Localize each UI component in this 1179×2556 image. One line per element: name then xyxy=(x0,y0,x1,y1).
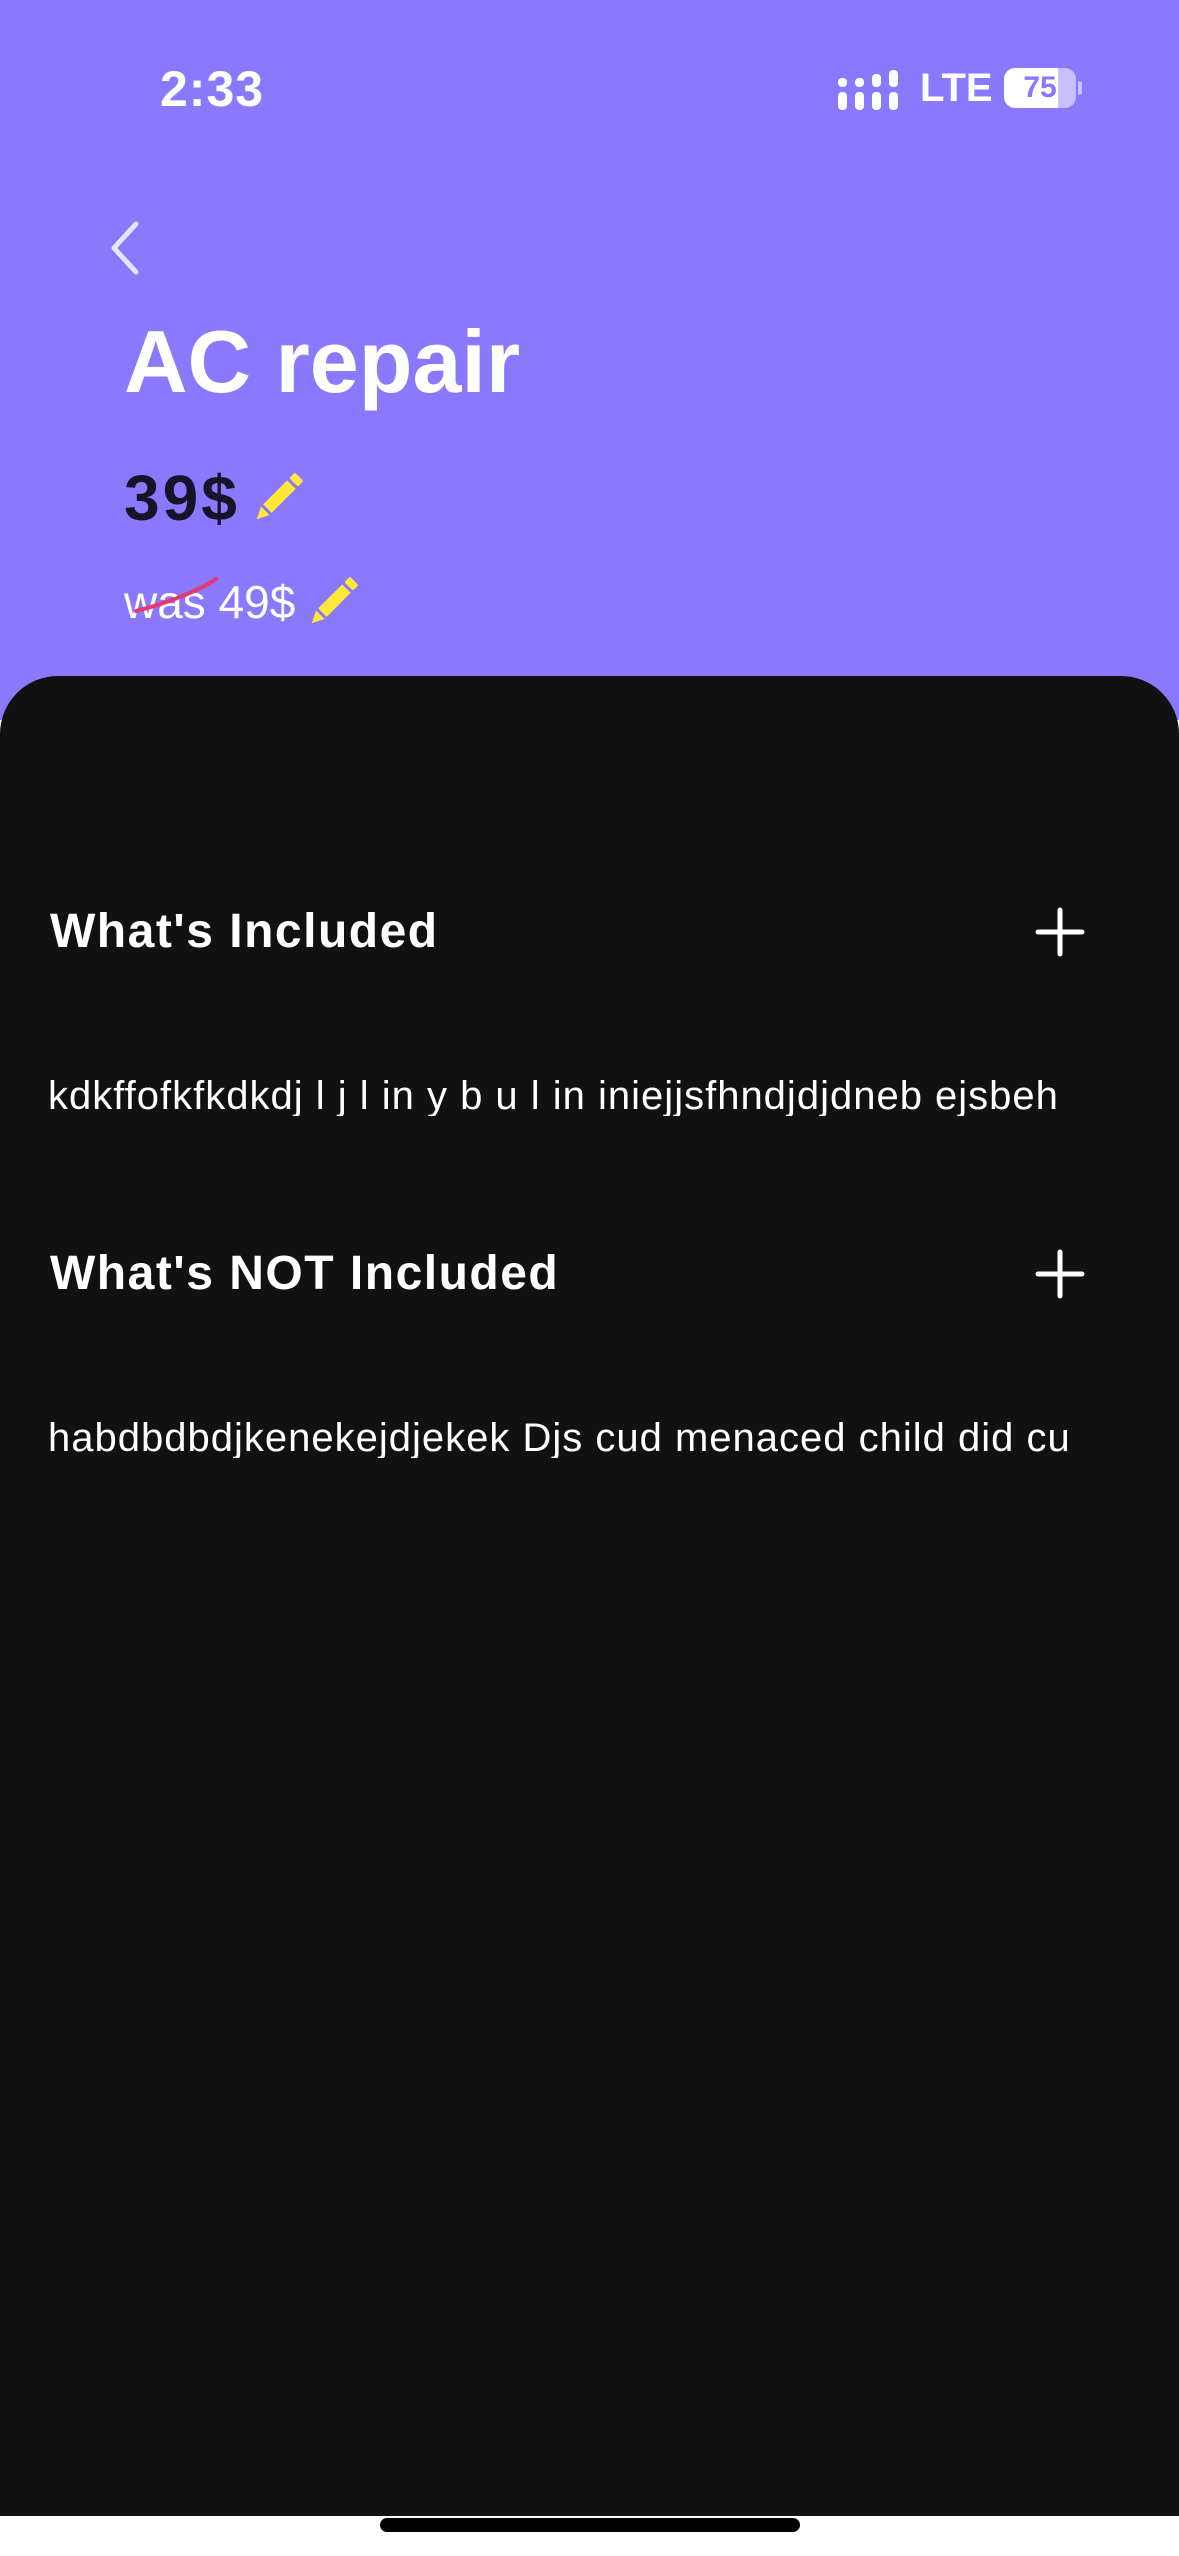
chevron-left-icon xyxy=(111,221,139,275)
network-type: LTE xyxy=(920,66,993,110)
whats-not-included-heading: What's NOT Included xyxy=(50,1247,560,1300)
battery-icon: 75 xyxy=(1004,68,1082,108)
pencil-icon[interactable] xyxy=(303,572,363,632)
old-price-row: was 49$ xyxy=(124,570,363,634)
whats-included-text: kdkffofkfkdkdj l j l in y b u l in iniej… xyxy=(48,1076,1059,1116)
battery-percent: 75 xyxy=(1023,71,1057,104)
current-price: 39$ xyxy=(124,462,240,534)
whats-included-add-button[interactable] xyxy=(1034,906,1086,958)
home-indicator[interactable] xyxy=(380,2518,800,2532)
cellular-signal-icon xyxy=(838,70,898,110)
plus-icon xyxy=(1035,1249,1085,1299)
price-row: 39$ xyxy=(124,462,308,534)
old-price-wrap: was 49$ xyxy=(124,576,296,628)
status-time: 2:33 xyxy=(160,61,265,117)
battery-tip xyxy=(1078,81,1082,95)
whats-not-included-add-button[interactable] xyxy=(1034,1248,1086,1300)
back-button[interactable] xyxy=(96,210,156,282)
whats-included-heading: What's Included xyxy=(50,905,439,958)
pencil-icon[interactable] xyxy=(248,468,308,528)
old-price: was 49$ xyxy=(124,576,296,628)
page-title: AC repair xyxy=(124,312,521,411)
whats-not-included-text: habdbdbdjkenekejdjekek Djs cud menaced c… xyxy=(48,1418,1071,1458)
plus-icon xyxy=(1035,907,1085,957)
